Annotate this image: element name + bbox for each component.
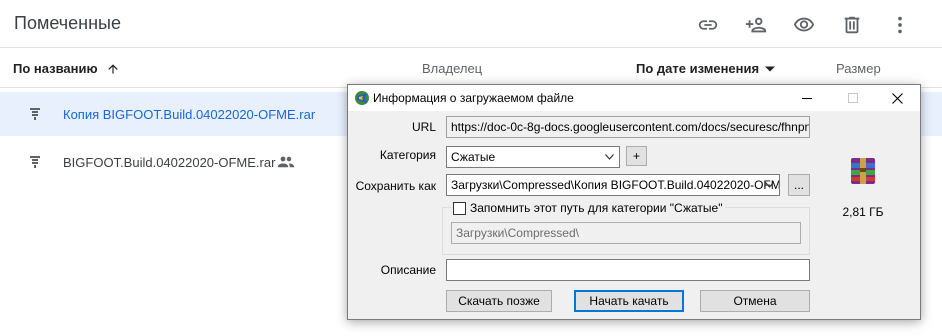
shared-people-icon — [277, 156, 295, 168]
remember-path-field: Загрузки\Compressed\ — [451, 222, 801, 244]
url-field[interactable]: https://doc-0c-8g-docs.googleusercontent… — [446, 116, 810, 138]
cancel-button[interactable]: Отмена — [700, 290, 810, 312]
column-size-label: Размер — [836, 61, 881, 76]
description-input[interactable] — [446, 259, 810, 281]
archive-file-icon — [30, 156, 40, 168]
start-download-button[interactable]: Начать качать — [574, 290, 684, 312]
caret-down-icon — [765, 66, 776, 71]
more-vert-icon — [898, 16, 902, 34]
column-name-label: По названию — [13, 61, 98, 76]
archive-file-icon — [30, 108, 40, 120]
category-label: Категория — [379, 148, 436, 162]
browse-button[interactable]: ... — [788, 174, 810, 196]
toolbar-actions — [688, 10, 920, 40]
description-label: Описание — [380, 263, 436, 277]
winrar-archive-icon — [851, 158, 875, 184]
maximize-button — [830, 85, 876, 111]
eye-icon — [793, 17, 815, 32]
save-as-value: Загрузки\Compressed\Копия BIGFOOT.Build.… — [451, 178, 780, 192]
minimize-icon — [802, 98, 812, 99]
file-size: 2,81 ГБ — [842, 205, 884, 219]
remember-path-checkbox[interactable]: Запомнить этот путь для категории "Сжаты… — [451, 201, 726, 215]
trash-icon — [844, 16, 860, 34]
arrow-up-icon — [107, 63, 118, 74]
file-name: BIGFOOT.Build.04022020-OFME.rar — [63, 154, 276, 170]
close-button[interactable] — [874, 85, 920, 111]
idm-app-icon — [355, 91, 369, 105]
dialog-title: Информация о загружаемом файле — [373, 91, 574, 105]
url-label: URL — [411, 120, 436, 134]
add-category-button[interactable]: + — [626, 146, 647, 166]
column-date-label: По дате изменения — [636, 61, 760, 76]
maximize-icon — [848, 93, 858, 103]
delete-button[interactable] — [832, 10, 872, 40]
checkbox-box[interactable] — [453, 201, 466, 215]
column-owner-label: Владелец — [422, 61, 483, 76]
sort-by-date[interactable]: По дате изменения — [636, 61, 776, 76]
link-icon — [698, 20, 718, 30]
download-info-dialog: Информация о загружаемом файле URL https… — [347, 84, 921, 320]
minimize-button[interactable] — [784, 85, 830, 111]
page-title: Помеченные — [14, 13, 121, 33]
chevron-down-icon — [605, 154, 614, 160]
close-icon — [891, 92, 903, 104]
save-as-label: Сохранить как — [355, 179, 436, 193]
preview-button[interactable] — [784, 10, 824, 40]
chevron-down-icon — [765, 182, 774, 188]
remember-path-label: Запомнить этот путь для категории "Сжаты… — [470, 201, 723, 215]
save-as-select[interactable]: Загрузки\Compressed\Копия BIGFOOT.Build.… — [446, 174, 780, 196]
get-link-button[interactable] — [688, 10, 728, 40]
dialog-titlebar[interactable]: Информация о загружаемом файле — [348, 85, 920, 111]
add-person-icon — [745, 17, 767, 33]
sort-by-name[interactable]: По названию — [13, 61, 120, 76]
category-value: Сжатые — [451, 150, 496, 164]
download-later-button[interactable]: Скачать позже — [446, 290, 552, 312]
category-select[interactable]: Сжатые — [446, 146, 620, 168]
share-button[interactable] — [736, 10, 776, 40]
file-name: Копия BIGFOOT.Build.04022020-OFME.rar — [63, 106, 316, 122]
more-actions-button[interactable] — [880, 10, 920, 40]
header-divider — [0, 47, 942, 48]
